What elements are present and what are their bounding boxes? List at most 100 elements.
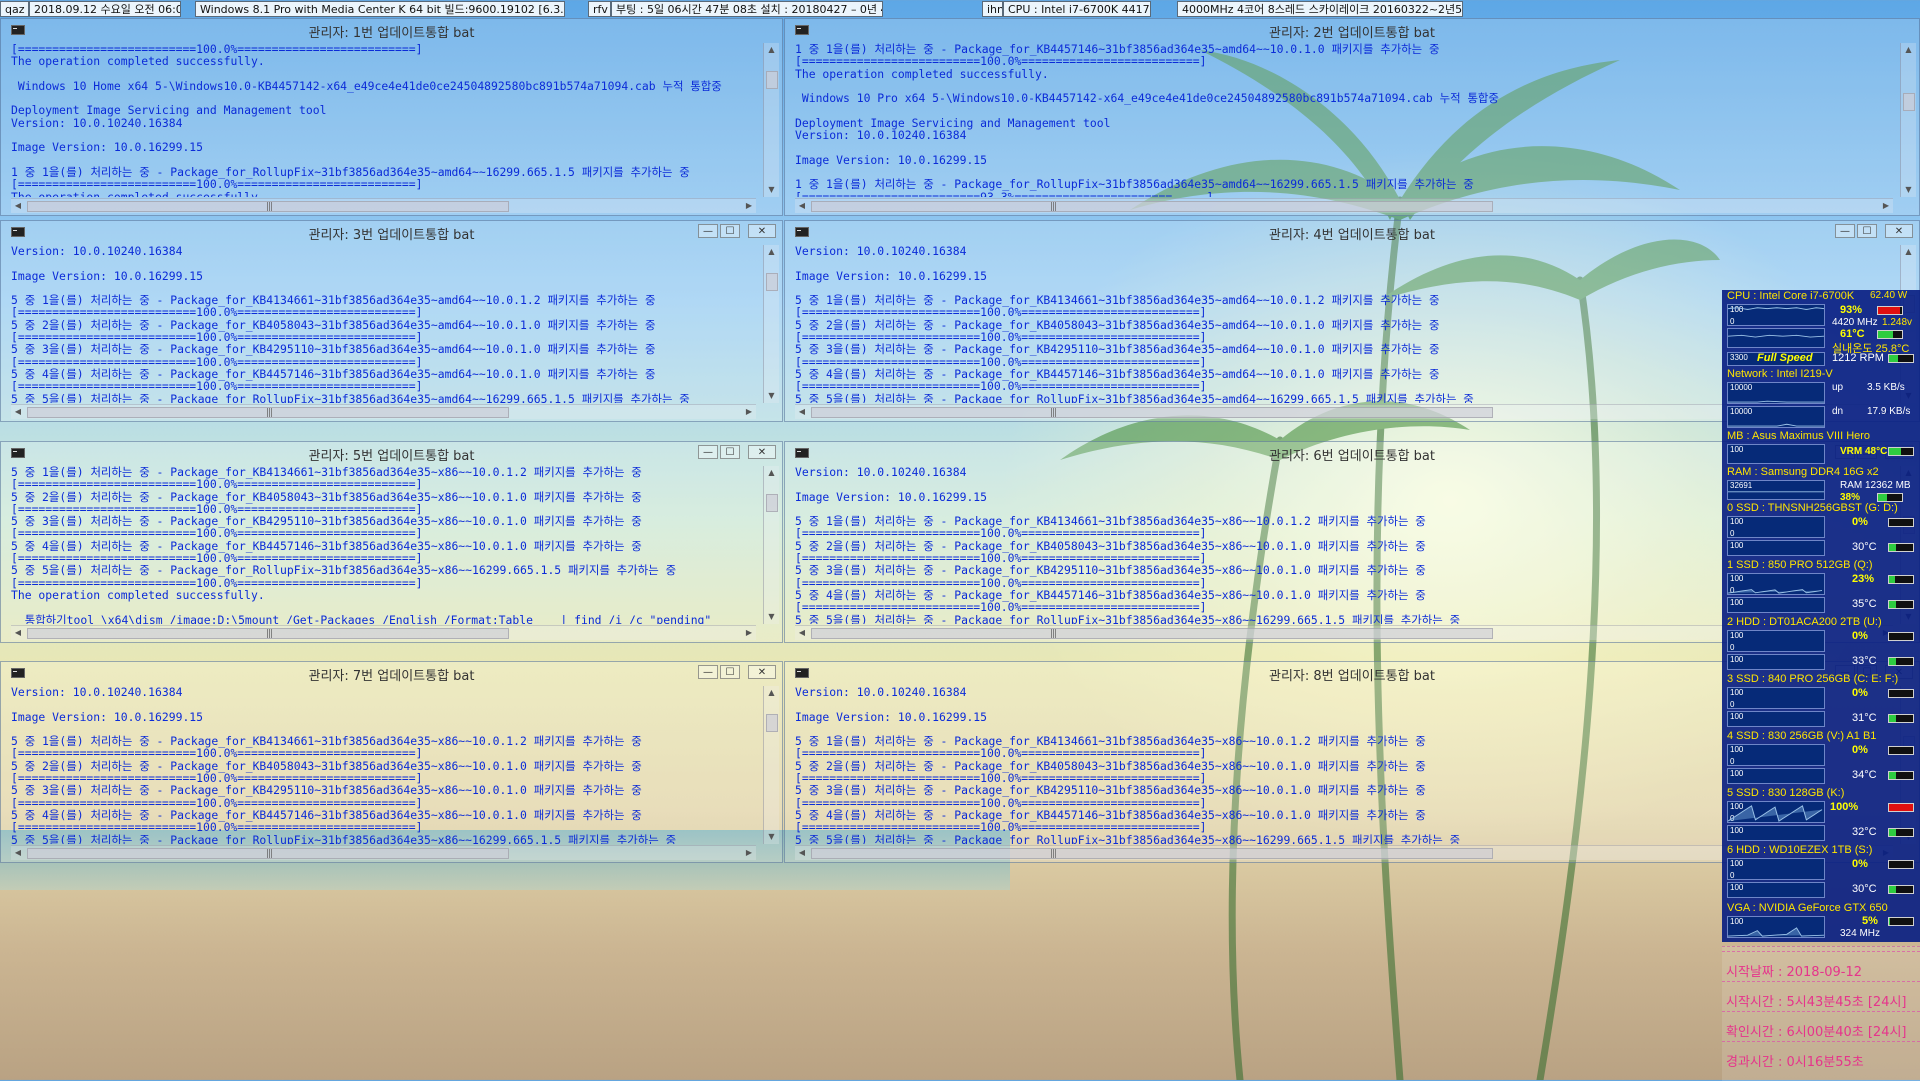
status-datetime: 2018.09.12 수요일 오전 06:00:40 <box>29 1 181 17</box>
scroll-left-arrow-icon[interactable]: ◀ <box>795 405 809 419</box>
close-button[interactable]: ✕ <box>748 445 776 459</box>
scroll-thumb[interactable] <box>766 494 778 512</box>
close-button[interactable]: ✕ <box>748 665 776 679</box>
horizontal-scrollbar[interactable]: ◀ ||| ▶ <box>11 404 756 419</box>
minimize-button[interactable]: — <box>698 224 718 238</box>
scroll-thumb[interactable] <box>1903 93 1915 111</box>
scroll-thumb[interactable]: ||| <box>811 628 1493 639</box>
drive-temp-value: 34°C <box>1852 769 1877 781</box>
vertical-scrollbar[interactable]: ▲ ▼ <box>763 466 779 624</box>
maximize-button[interactable]: ☐ <box>720 224 740 238</box>
scroll-down-arrow-icon[interactable]: ▼ <box>764 183 779 197</box>
console-output[interactable]: Version: 10.0.10240.16384 Image Version: … <box>11 245 756 403</box>
scroll-thumb[interactable] <box>766 273 778 291</box>
maximize-button[interactable]: ☐ <box>1857 224 1877 238</box>
console-line: Image Version: 10.0.16299.15 <box>11 709 204 724</box>
scroll-thumb[interactable] <box>766 714 778 732</box>
scroll-thumb[interactable]: ||| <box>811 848 1493 859</box>
cpu-power: 62.40 W <box>1870 290 1908 301</box>
console-output[interactable]: [==========================100.0%=======… <box>11 43 756 197</box>
vertical-scrollbar[interactable]: ▲ ▼ <box>1900 43 1916 197</box>
scroll-left-arrow-icon[interactable]: ◀ <box>11 405 25 419</box>
scroll-right-arrow-icon[interactable]: ▶ <box>742 405 756 419</box>
timing-log-panel: 시작날짜 : 2018-09-12 시작시간 : 5시43분45초 [24시] … <box>1722 946 1920 1081</box>
scroll-right-arrow-icon[interactable]: ▶ <box>1879 199 1893 213</box>
console-line: Image Version: 10.0.16299.15 <box>11 140 204 155</box>
scroll-thumb[interactable]: ||| <box>811 407 1493 418</box>
scroll-thumb[interactable]: ||| <box>27 848 509 859</box>
scroll-left-arrow-icon[interactable]: ◀ <box>795 626 809 640</box>
console-window-2[interactable]: 관리자: 2번 업데이트통합 bat 1 중 1을(를) 처리하는 중 - Pa… <box>784 18 1920 216</box>
scroll-right-arrow-icon[interactable]: ▶ <box>742 846 756 860</box>
log-start-time: 시작시간 : 5시43분45초 [24시] <box>1726 995 1907 1010</box>
drive-load-bar <box>1888 518 1914 527</box>
horizontal-scrollbar[interactable]: ◀ ||| ▶ <box>795 198 1893 213</box>
drive-temp-value: 30°C <box>1852 883 1877 895</box>
drive-activity-graph: 1000 <box>1727 801 1825 823</box>
close-button[interactable]: ✕ <box>1885 224 1913 238</box>
scroll-thumb[interactable]: ||| <box>27 201 509 212</box>
cpu-temp-value: 61°C <box>1840 328 1865 340</box>
scroll-up-arrow-icon[interactable]: ▲ <box>764 43 779 57</box>
status-label-ihn: ihn <box>982 1 1003 17</box>
console-output[interactable]: 1 중 1을(를) 처리하는 중 - Package_for_KB4457146… <box>795 43 1893 197</box>
scroll-thumb[interactable]: ||| <box>27 407 509 418</box>
maximize-button[interactable]: ☐ <box>720 445 740 459</box>
console-line: [==========================93.3%========… <box>795 189 1214 197</box>
vertical-scrollbar[interactable]: ▲ ▼ <box>763 245 779 403</box>
horizontal-scrollbar[interactable]: ◀ ||| ▶ <box>11 845 756 860</box>
window-titlebar[interactable]: 관리자: 5번 업데이트통합 bat — ☐ ✕ <box>1 442 782 464</box>
scroll-right-arrow-icon[interactable]: ▶ <box>742 626 756 640</box>
minimize-button[interactable]: — <box>698 445 718 459</box>
scroll-up-arrow-icon[interactable]: ▲ <box>764 466 779 480</box>
scroll-left-arrow-icon[interactable]: ◀ <box>11 199 25 213</box>
ram-used-value: RAM 12362 MB <box>1840 480 1911 491</box>
scroll-left-arrow-icon[interactable]: ◀ <box>795 199 809 213</box>
scroll-up-arrow-icon[interactable]: ▲ <box>1901 245 1916 259</box>
scroll-up-arrow-icon[interactable]: ▲ <box>1901 43 1916 57</box>
minimize-button[interactable]: — <box>698 665 718 679</box>
window-titlebar[interactable]: 관리자: 3번 업데이트통합 bat — ☐ ✕ <box>1 221 782 243</box>
close-button[interactable]: ✕ <box>748 224 776 238</box>
horizontal-scrollbar[interactable]: ◀ ||| ▶ <box>11 198 756 213</box>
vertical-scrollbar[interactable]: ▲ ▼ <box>763 686 779 844</box>
scroll-thumb[interactable]: ||| <box>811 201 1493 212</box>
scroll-up-arrow-icon[interactable]: ▲ <box>764 686 779 700</box>
drive-temp-graph: 100 <box>1727 540 1825 556</box>
scroll-right-arrow-icon[interactable]: ▶ <box>742 199 756 213</box>
window-titlebar[interactable]: 관리자: 4번 업데이트통합 bat — ☐ ✕ <box>785 221 1919 243</box>
scroll-left-arrow-icon[interactable]: ◀ <box>795 846 809 860</box>
drive-temp-value: 33°C <box>1852 655 1877 667</box>
vga-load-bar <box>1888 917 1914 926</box>
top-status-bar: qaz 2018.09.12 수요일 오전 06:00:40 Windows 8… <box>0 0 1920 18</box>
console-window-7[interactable]: 관리자: 7번 업데이트통합 bat — ☐ ✕ Version: 10.0.1… <box>0 661 783 863</box>
vertical-scrollbar[interactable]: ▲ ▼ <box>763 43 779 197</box>
window-titlebar[interactable]: 관리자: 1번 업데이트통합 bat <box>1 19 782 41</box>
scroll-left-arrow-icon[interactable]: ◀ <box>11 846 25 860</box>
maximize-button[interactable]: ☐ <box>720 665 740 679</box>
window-titlebar[interactable]: 관리자: 2번 업데이트통합 bat <box>785 19 1919 41</box>
scroll-down-arrow-icon[interactable]: ▼ <box>764 610 779 624</box>
console-output[interactable]: 5 중 1을(를) 처리하는 중 - Package_for_KB4134661… <box>11 466 756 624</box>
drive-temp-bar <box>1888 771 1914 780</box>
console-window-1[interactable]: 관리자: 1번 업데이트통합 bat [====================… <box>0 18 783 216</box>
scroll-thumb[interactable]: ||| <box>27 628 509 639</box>
scroll-down-arrow-icon[interactable]: ▼ <box>764 830 779 844</box>
scroll-left-arrow-icon[interactable]: ◀ <box>11 626 25 640</box>
minimize-button[interactable]: — <box>1835 224 1855 238</box>
network-up-value: 3.5 KB/s <box>1867 382 1905 393</box>
console-output[interactable]: Version: 10.0.10240.16384 Image Version: … <box>11 686 756 844</box>
drive-temp-value: 35°C <box>1852 598 1877 610</box>
console-window-5[interactable]: 관리자: 5번 업데이트통합 bat — ☐ ✕ 5 중 1을(를) 처리하는 … <box>0 441 783 643</box>
hardware-monitor-panel: CPU : Intel Core i7-6700K 62.40 W 100 0 9… <box>1722 290 1920 942</box>
window-titlebar[interactable]: 관리자: 7번 업데이트통합 bat — ☐ ✕ <box>1 662 782 684</box>
scroll-up-arrow-icon[interactable]: ▲ <box>764 245 779 259</box>
scroll-down-arrow-icon[interactable]: ▼ <box>1901 183 1916 197</box>
vga-load-value: 5% <box>1862 915 1878 927</box>
console-window-3[interactable]: 관리자: 3번 업데이트통합 bat — ☐ ✕ Version: 10.0.1… <box>0 220 783 422</box>
scroll-thumb[interactable] <box>766 71 778 89</box>
scroll-down-arrow-icon[interactable]: ▼ <box>764 389 779 403</box>
horizontal-scrollbar[interactable]: ◀ ||| ▶ <box>11 625 756 640</box>
